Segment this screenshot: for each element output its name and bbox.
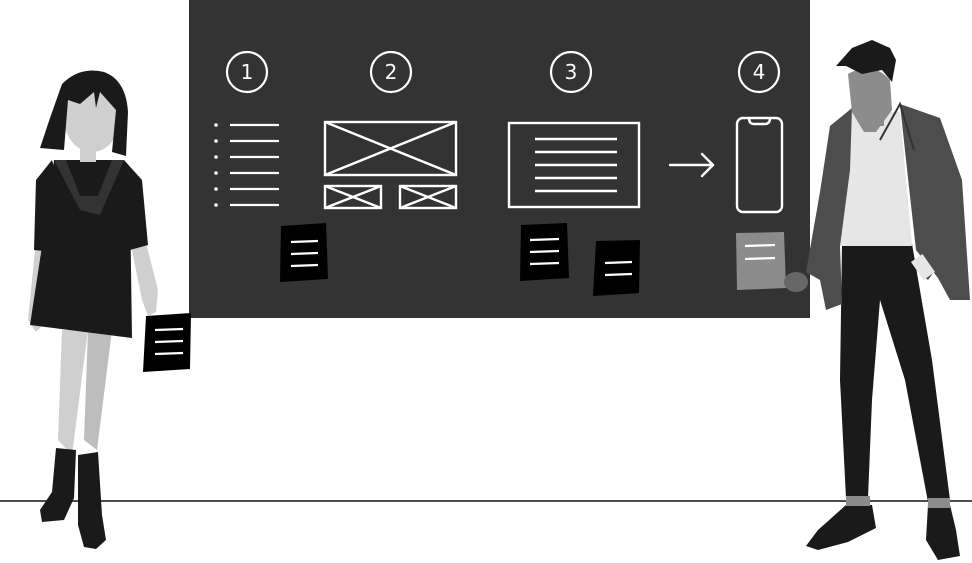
- step-number-3: 3: [565, 60, 578, 84]
- sticky-note: [520, 223, 569, 281]
- step-number-4: 4: [753, 60, 766, 84]
- woman-figure: [28, 70, 158, 549]
- sticky-note: [736, 232, 786, 290]
- man-figure: [784, 40, 970, 560]
- sticky-note: [593, 240, 640, 296]
- step-number-2: 2: [385, 60, 398, 84]
- step-number-1: 1: [241, 60, 254, 84]
- sticky-note: [143, 313, 191, 372]
- whiteboard-scene: 1 2 3 4: [0, 0, 972, 560]
- sticky-note: [280, 223, 328, 282]
